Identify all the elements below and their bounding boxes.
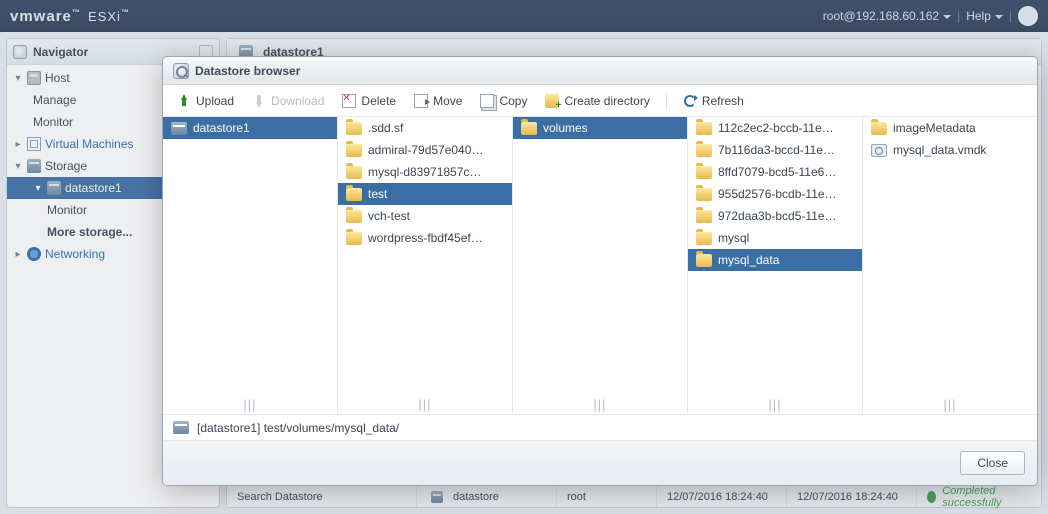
list-item[interactable]: datastore1 [163, 117, 337, 139]
datastore-icon [173, 421, 189, 434]
path-text: [datastore1] test/volumes/mysql_data/ [197, 421, 399, 435]
list-item[interactable]: 955d2576-bcdb-11e… [688, 183, 862, 205]
list-item[interactable]: volumes [513, 117, 687, 139]
folder-icon [346, 122, 362, 135]
item-label: 7b116da3-bccd-11e… [718, 143, 835, 157]
item-label: 8ffd7079-bcd5-11e6… [718, 165, 836, 179]
browser-column: imageMetadata mysql_data.vmdk ||| [863, 117, 1037, 414]
browser-column: .sdd.sf admiral-79d57e040… mysql-d83971857… [338, 117, 513, 414]
column-resize-handle[interactable]: ||| [863, 397, 1037, 412]
column-resize-handle[interactable]: ||| [513, 397, 687, 412]
folder-icon [696, 210, 712, 223]
list-item[interactable]: mysql_data [688, 249, 862, 271]
browser-column: 112c2ec2-bccb-11e… 7b116da3-bccd-11e… 8ffd… [688, 117, 863, 414]
move-icon [414, 94, 428, 108]
item-label: imageMetadata [893, 121, 976, 135]
path-bar: [datastore1] test/volumes/mysql_data/ [163, 415, 1037, 441]
column-resize-handle[interactable]: ||| [163, 397, 337, 412]
list-item[interactable]: mysql_data.vmdk [863, 139, 1037, 161]
folder-icon [521, 122, 537, 135]
download-icon [252, 94, 266, 108]
list-item[interactable]: 112c2ec2-bccb-11e… [688, 117, 862, 139]
download-button: Download [246, 91, 330, 111]
ds-icon [171, 122, 187, 135]
copy-icon [480, 94, 494, 108]
item-label: volumes [543, 121, 588, 135]
datastore-browser-modal: Datastore browser Upload Download Delete… [162, 56, 1038, 486]
folder-icon [696, 144, 712, 157]
folder-icon [696, 254, 712, 267]
item-label: admiral-79d57e040… [368, 143, 483, 157]
item-label: 955d2576-bcdb-11e… [718, 187, 837, 201]
copy-button[interactable]: Copy [474, 91, 533, 111]
upload-icon [177, 94, 191, 108]
delete-button[interactable]: Delete [336, 91, 402, 111]
item-label: mysql_data [718, 253, 779, 267]
folder-icon [346, 210, 362, 223]
item-label: vch-test [368, 209, 410, 223]
list-item[interactable]: 7b116da3-bccd-11e… [688, 139, 862, 161]
create-directory-button[interactable]: Create directory [539, 91, 655, 111]
modal-toolbar: Upload Download Delete Move Copy Create … [163, 85, 1037, 117]
browser-column: datastore1 ||| [163, 117, 338, 414]
folder-icon [696, 188, 712, 201]
list-item[interactable]: .sdd.sf [338, 117, 512, 139]
list-item[interactable]: admiral-79d57e040… [338, 139, 512, 161]
list-item[interactable]: 972daa3b-bcd5-11e… [688, 205, 862, 227]
column-browser: datastore1 ||| .sdd.sf admiral-79d57e040… my… [163, 117, 1037, 415]
list-item[interactable]: 8ffd7079-bcd5-11e6… [688, 161, 862, 183]
list-item[interactable]: imageMetadata [863, 117, 1037, 139]
folder-icon [346, 188, 362, 201]
folder-icon [346, 166, 362, 179]
close-button[interactable]: Close [960, 451, 1025, 475]
item-label: .sdd.sf [368, 121, 403, 135]
list-item[interactable]: vch-test [338, 205, 512, 227]
folder-icon [696, 122, 712, 135]
disk-icon [871, 144, 887, 157]
folder-icon [696, 232, 712, 245]
list-item[interactable]: mysql-d83971857c… [338, 161, 512, 183]
folder-icon [696, 166, 712, 179]
item-label: mysql-d83971857c… [368, 165, 481, 179]
folder-icon [346, 144, 362, 157]
folder-icon [346, 232, 362, 245]
item-label: test [368, 187, 387, 201]
refresh-button[interactable]: Refresh [677, 91, 750, 111]
modal-titlebar[interactable]: Datastore browser [163, 57, 1037, 85]
delete-icon [342, 94, 356, 108]
item-label: datastore1 [193, 121, 250, 135]
column-resize-handle[interactable]: ||| [688, 397, 862, 412]
folder-icon [871, 122, 887, 135]
item-label: wordpress-fbdf45ef… [368, 231, 483, 245]
upload-button[interactable]: Upload [171, 91, 240, 111]
list-item[interactable]: wordpress-fbdf45ef… [338, 227, 512, 249]
item-label: 972daa3b-bcd5-11e… [718, 209, 837, 223]
item-label: mysql [718, 231, 749, 245]
list-item[interactable]: mysql [688, 227, 862, 249]
new-folder-icon [545, 94, 559, 108]
move-button[interactable]: Move [408, 91, 468, 111]
refresh-icon [683, 94, 697, 108]
item-label: 112c2ec2-bccb-11e… [718, 121, 834, 135]
modal-title-text: Datastore browser [195, 64, 300, 78]
column-resize-handle[interactable]: ||| [338, 397, 512, 412]
browser-column: volumes ||| [513, 117, 688, 414]
search-icon [173, 63, 189, 79]
toolbar-separator [666, 92, 667, 110]
list-item[interactable]: test [338, 183, 512, 205]
modal-footer: Close [163, 441, 1037, 485]
item-label: mysql_data.vmdk [893, 143, 986, 157]
